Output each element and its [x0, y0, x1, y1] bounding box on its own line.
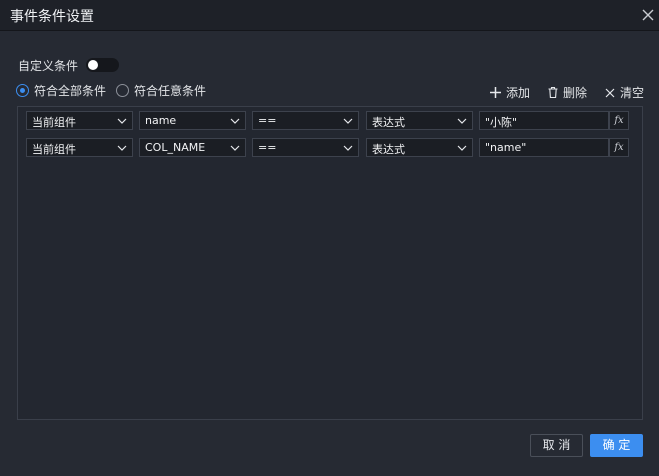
field-select[interactable]: name: [139, 111, 246, 130]
custom-condition-row: 自定义条件: [18, 56, 120, 74]
operator-select[interactable]: ==: [252, 138, 359, 157]
plus-icon: [490, 87, 501, 98]
delete-button[interactable]: 删除: [547, 84, 587, 101]
operator-select-value: ==: [258, 141, 277, 154]
dialog-title: 事件条件设置: [10, 9, 94, 25]
chevron-down-icon: [343, 118, 353, 124]
scope-select[interactable]: 当前组件: [26, 138, 133, 157]
clear-button-label: 清空: [620, 86, 645, 100]
chevron-down-icon: [343, 145, 353, 151]
clear-button[interactable]: 清空: [604, 84, 644, 101]
chevron-down-icon: [457, 145, 467, 151]
toggle-knob: [88, 60, 99, 70]
chevron-down-icon: [117, 118, 127, 124]
operator-select[interactable]: ==: [252, 111, 359, 130]
trash-icon: [548, 86, 558, 99]
field-select-value: name: [145, 114, 177, 127]
value-type-select[interactable]: 表达式: [366, 111, 473, 130]
field-select[interactable]: COL_NAME: [139, 138, 246, 157]
chevron-down-icon: [230, 118, 240, 124]
close-small-icon: [605, 88, 615, 97]
scope-select[interactable]: 当前组件: [26, 111, 133, 130]
custom-condition-toggle[interactable]: [86, 58, 120, 72]
delete-button-label: 删除: [563, 86, 588, 100]
confirm-button[interactable]: 确 定: [590, 434, 643, 457]
value-type-select-value: 表达式: [372, 143, 405, 156]
condition-toolbar: 添加 删除 清空: [0, 84, 659, 100]
close-icon: [642, 9, 654, 21]
add-button[interactable]: 添加: [489, 84, 530, 101]
conditions-panel: 当前组件 name == 表达式 "小陈" fx 当前组件 COL_NAME =…: [17, 106, 643, 420]
chevron-down-icon: [230, 145, 240, 151]
expression-input-value: "name": [485, 141, 527, 154]
expression-input[interactable]: "小陈": [479, 111, 609, 130]
add-button-label: 添加: [506, 86, 531, 100]
expression-input[interactable]: "name": [479, 138, 609, 157]
close-button[interactable]: [638, 5, 658, 25]
value-type-select-value: 表达式: [372, 116, 405, 129]
dialog-titlebar: 事件条件设置: [0, 0, 659, 31]
operator-select-value: ==: [258, 114, 277, 127]
chevron-down-icon: [117, 145, 127, 151]
expression-input-value: "小陈": [485, 116, 518, 129]
custom-condition-label: 自定义条件: [18, 58, 79, 73]
fx-button[interactable]: fx: [609, 111, 629, 130]
field-select-value: COL_NAME: [145, 141, 206, 154]
chevron-down-icon: [457, 118, 467, 124]
scope-select-value: 当前组件: [32, 143, 76, 156]
value-type-select[interactable]: 表达式: [366, 138, 473, 157]
cancel-button[interactable]: 取 消: [530, 434, 583, 457]
scope-select-value: 当前组件: [32, 116, 76, 129]
fx-button[interactable]: fx: [609, 138, 629, 157]
